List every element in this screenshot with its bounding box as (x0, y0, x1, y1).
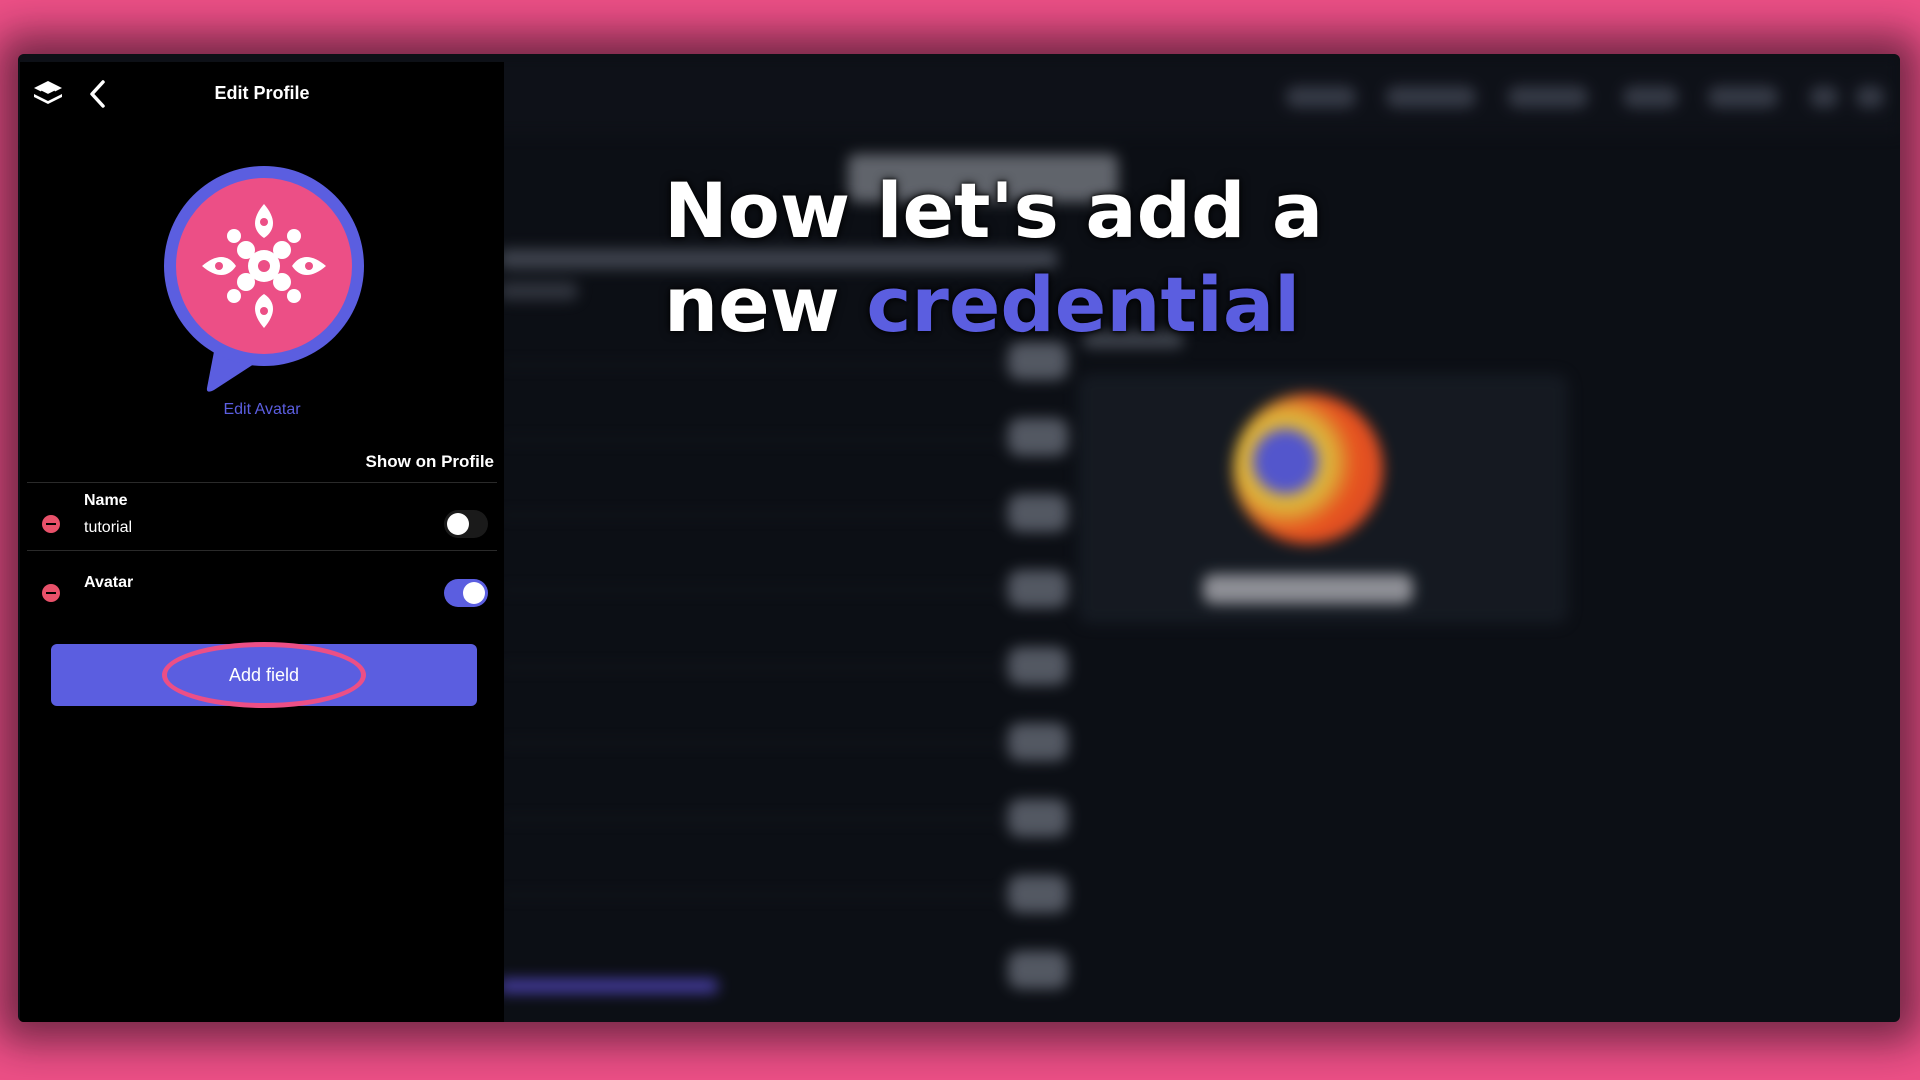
edit-avatar-link[interactable]: Edit Avatar (20, 401, 504, 419)
bg-nav-item (1508, 86, 1588, 108)
bg-pill (1008, 951, 1068, 989)
bg-nav-item (1386, 86, 1476, 108)
caption-line-1: Now let's add a (664, 166, 1324, 255)
tutorial-caption: Now let's add a new credential (664, 164, 1364, 352)
caption-line-2: new credential (664, 258, 1364, 352)
tutorial-highlight-ring (162, 642, 366, 708)
edit-profile-panel: Edit Profile Edit Avatar Show on Profile… (20, 62, 504, 1022)
bg-row-line (498, 742, 1058, 744)
bg-pill (1008, 418, 1068, 456)
bg-row-line (498, 818, 1058, 820)
toggle-knob (463, 582, 485, 604)
divider (27, 482, 497, 483)
toggle-knob (447, 513, 469, 535)
bg-row-line (498, 514, 1058, 516)
page-title: Edit Profile (214, 83, 310, 103)
bg-nav-item (1286, 86, 1356, 108)
bg-nav-item (1856, 86, 1884, 108)
bg-pill (1008, 875, 1068, 913)
bg-row-line (498, 439, 1058, 441)
bg-bottom-bar (498, 979, 718, 993)
caption-line-2-prefix: new (664, 260, 867, 349)
bg-subtitle (498, 282, 578, 300)
bg-row-line (498, 364, 1058, 366)
remove-icon[interactable] (42, 584, 60, 602)
remove-icon[interactable] (42, 515, 60, 533)
bg-pill (1008, 570, 1068, 608)
bg-pill (1008, 647, 1068, 685)
bg-avatar-orb (1233, 394, 1383, 544)
bg-row-line (498, 894, 1058, 896)
panel-topbar: Edit Profile (20, 62, 504, 122)
bg-row-line (498, 666, 1058, 668)
bg-nav-item (1810, 86, 1838, 108)
show-on-profile-toggle[interactable] (444, 510, 488, 538)
caption-highlight: credential (866, 260, 1301, 349)
field-label: Name (84, 492, 128, 509)
field-label: Avatar (84, 574, 134, 591)
avatar[interactable] (162, 166, 367, 396)
show-on-profile-toggle[interactable] (444, 579, 488, 607)
bg-nav-item (1708, 86, 1778, 108)
avatar-flower-icon (164, 166, 364, 392)
bg-pill (1008, 799, 1068, 837)
divider (27, 550, 497, 551)
bg-nav-item (1623, 86, 1678, 108)
bg-pill (1008, 494, 1068, 532)
bg-card-name (1203, 574, 1413, 604)
field-value: tutorial (84, 519, 133, 536)
bg-pill (1008, 723, 1068, 761)
bg-row-line (498, 589, 1058, 591)
show-on-profile-header: Show on Profile (365, 452, 494, 471)
